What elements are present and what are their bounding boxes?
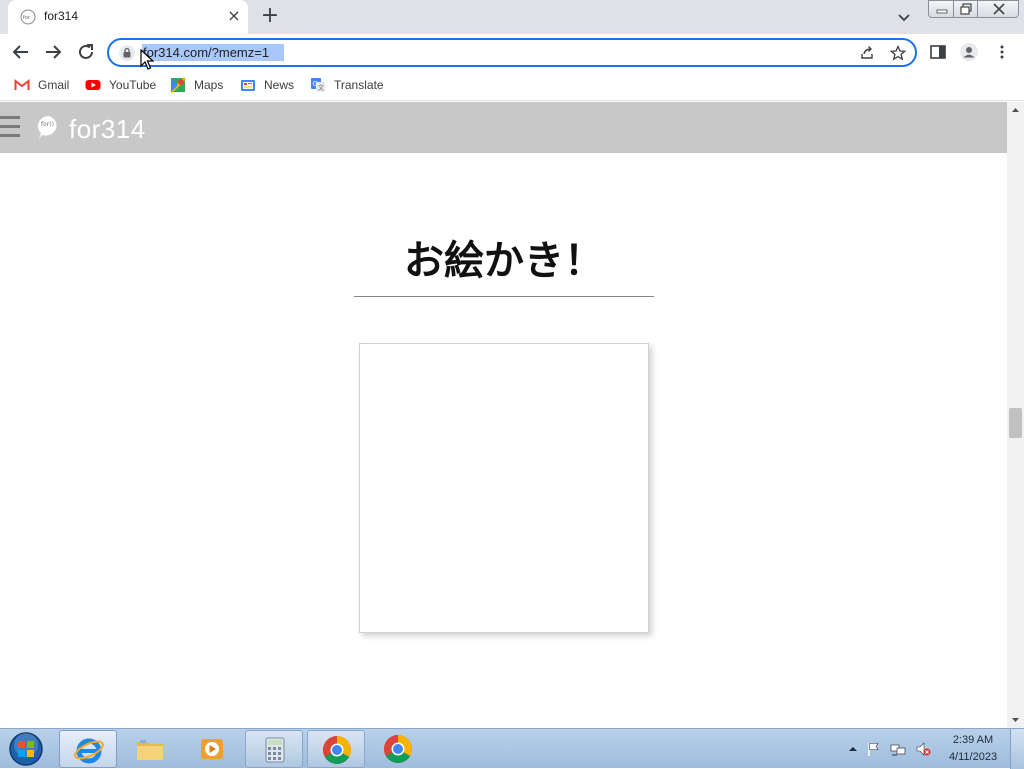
svg-text:for(): for() <box>41 121 54 128</box>
tab-for314[interactable]: for for314 × <box>8 0 248 34</box>
taskbar-calculator[interactable] <box>245 730 303 768</box>
forward-arrow-icon[interactable] <box>41 40 65 64</box>
bookmark-label: Maps <box>194 78 224 92</box>
tab-search-chevron-icon[interactable] <box>895 8 913 26</box>
bookmark-label: YouTube <box>109 78 157 92</box>
bookmark-news[interactable]: News <box>240 77 294 93</box>
profile-avatar-icon[interactable] <box>960 43 978 61</box>
windows-taskbar: 2:39 AM 4/11/2023 <box>0 728 1024 769</box>
reload-icon[interactable] <box>74 40 98 64</box>
maps-icon <box>170 77 186 93</box>
scroll-down-arrow-icon[interactable] <box>1007 711 1024 728</box>
site-favicon-icon: for <box>20 9 36 25</box>
taskbar-chrome[interactable] <box>369 730 427 768</box>
address-bar[interactable]: for314.com/?memz=1 <box>107 38 917 67</box>
show-desktop-button[interactable] <box>1010 729 1024 769</box>
tab-strip: for for314 × + <box>0 0 1024 34</box>
clock-date[interactable]: 4/11/2023 <box>941 751 1005 763</box>
site-logo-icon[interactable]: for() <box>36 114 62 140</box>
bookmarks-bar: Gmail YouTube Maps News G 文 Translate <box>0 70 1024 101</box>
lock-icon[interactable] <box>119 45 135 61</box>
back-arrow-icon[interactable] <box>9 40 33 64</box>
media-player-icon <box>201 739 223 759</box>
calculator-icon <box>265 737 285 763</box>
taskbar-internet-explorer[interactable] <box>59 730 117 768</box>
drawing-canvas[interactable] <box>359 343 649 633</box>
new-tab-button[interactable]: + <box>259 5 281 27</box>
action-center-flag-icon[interactable] <box>866 741 882 757</box>
minimize-button[interactable] <box>928 0 954 18</box>
internet-explorer-icon <box>74 738 104 764</box>
tab-title: for314 <box>44 9 79 23</box>
site-name[interactable]: for314 <box>69 114 146 145</box>
mouse-pointer-icon <box>140 49 154 70</box>
chrome-icon <box>323 736 351 764</box>
youtube-icon <box>85 80 101 90</box>
close-window-button[interactable] <box>977 0 1019 18</box>
restore-button[interactable] <box>953 0 978 18</box>
bookmark-star-icon[interactable] <box>890 45 906 61</box>
start-orb-icon[interactable] <box>6 731 46 767</box>
bookmark-label: Gmail <box>38 78 70 92</box>
url-text[interactable]: for314.com/?memz=1 <box>143 45 269 60</box>
volume-muted-icon[interactable] <box>915 741 931 757</box>
menu-kebab-icon[interactable] <box>993 43 1011 61</box>
clock-time[interactable]: 2:39 AM <box>941 734 1005 746</box>
bookmark-label: Translate <box>334 78 384 92</box>
scrollbar-thumb[interactable] <box>1009 408 1022 438</box>
translate-icon: G 文 <box>311 78 325 92</box>
hamburger-menu-icon[interactable] <box>0 116 20 138</box>
taskbar-chrome-active[interactable] <box>307 730 365 768</box>
bookmark-maps[interactable]: Maps <box>170 77 223 93</box>
scroll-up-arrow-icon[interactable] <box>1007 102 1024 119</box>
side-panel-icon[interactable] <box>929 43 947 61</box>
bookmark-translate[interactable]: G 文 Translate <box>310 77 384 93</box>
share-icon[interactable] <box>859 45 875 61</box>
network-icon[interactable] <box>890 741 906 757</box>
news-icon <box>241 80 255 91</box>
heading-divider <box>354 296 654 297</box>
page-title: お絵かき！ <box>404 238 604 284</box>
gmail-icon <box>14 78 30 90</box>
chrome-icon <box>384 735 412 763</box>
tab-close-icon[interactable]: × <box>226 8 242 24</box>
folder-icon <box>137 740 163 760</box>
page-viewport: for() for314 お絵かき！ <box>0 102 1007 728</box>
vertical-scrollbar[interactable] <box>1007 102 1024 728</box>
svg-text:文: 文 <box>318 84 324 92</box>
show-hidden-icons-chevron-icon[interactable] <box>845 741 861 757</box>
taskbar-media-player[interactable] <box>183 730 241 768</box>
taskbar-file-explorer[interactable] <box>121 730 179 768</box>
bookmark-youtube[interactable]: YouTube <box>85 77 156 93</box>
svg-text:for: for <box>23 15 31 21</box>
bookmark-label: News <box>264 78 295 92</box>
bookmark-gmail[interactable]: Gmail <box>14 77 69 93</box>
site-header: for() for314 <box>0 102 1007 153</box>
